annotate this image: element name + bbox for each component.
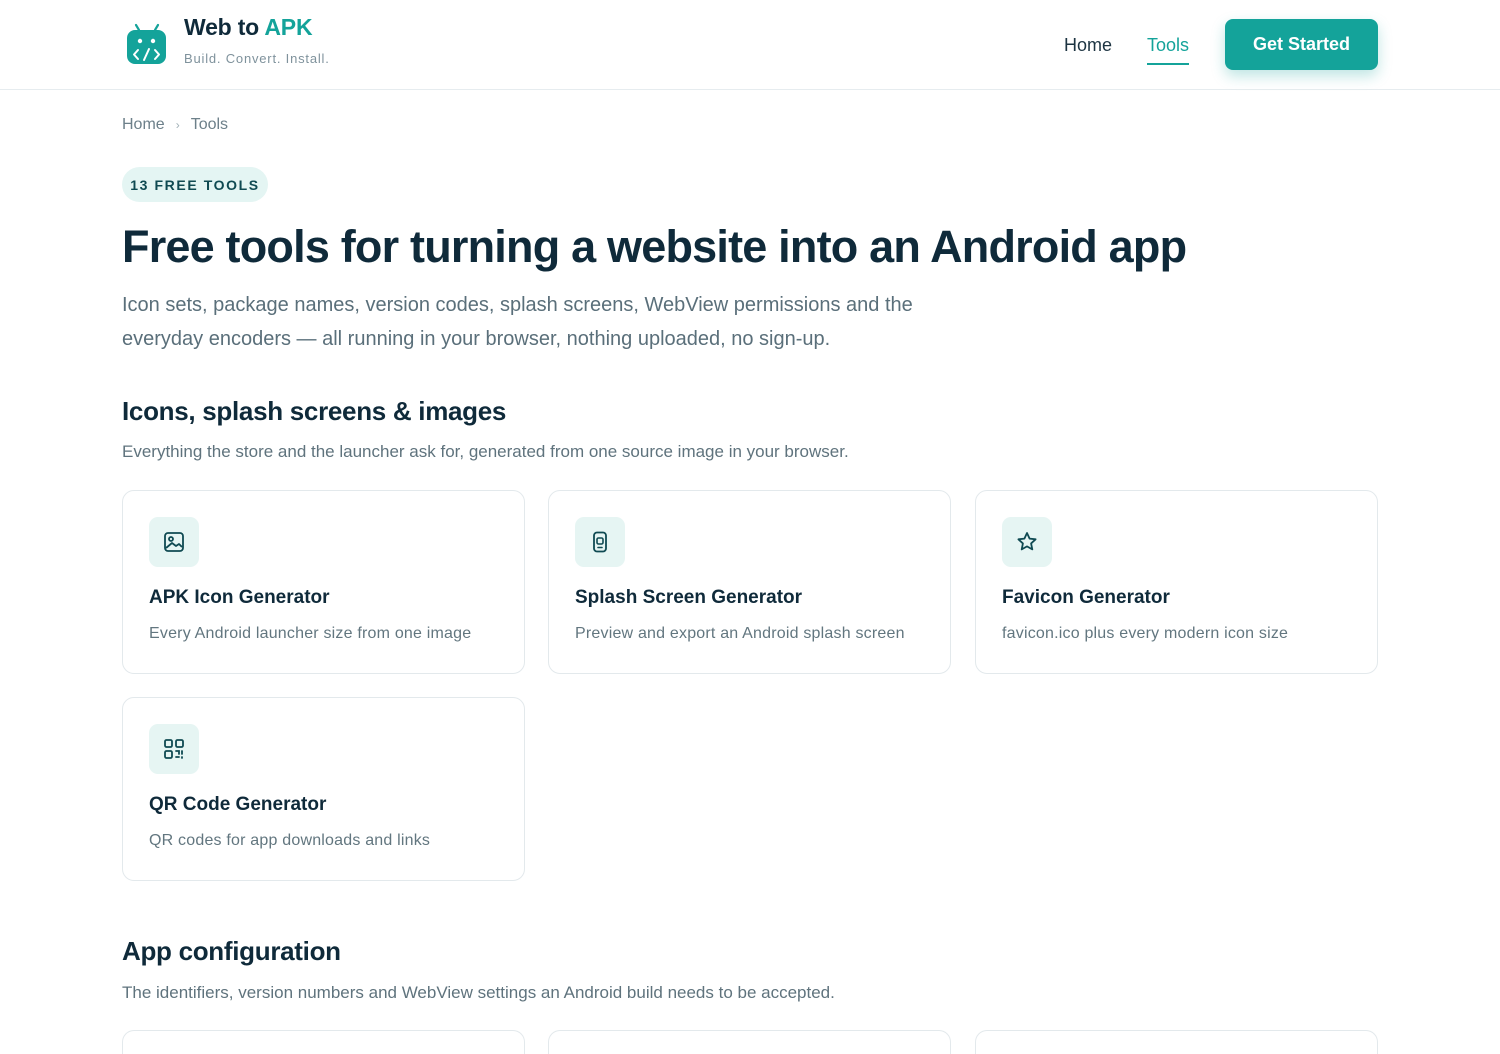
tool-description: Preview and export an Android splash scr… [575, 625, 905, 642]
section-desc-icons: Everything the store and the launcher as… [122, 442, 849, 461]
image-icon [164, 532, 184, 552]
tool-title: QR Code Generator [149, 794, 327, 815]
brand-accent-text: APK [264, 14, 313, 40]
section-title-icons: Icons, splash screens & images [122, 396, 507, 426]
tool-title: APK Icon Generator [149, 587, 330, 608]
page-title: Free tools for turning a website into an… [122, 221, 1187, 272]
tool-count-badge: 13 FREE TOOLS [122, 167, 268, 202]
tool-card-qr-code[interactable]: QR Code Generator QR codes for app downl… [122, 697, 525, 881]
tool-card-partial[interactable] [122, 1030, 525, 1054]
site-header: Web to APK Build. Convert. Install. Home… [0, 0, 1500, 90]
tool-description: favicon.ico plus every modern icon size [1002, 625, 1289, 642]
brand-name-text: Web to [184, 14, 260, 40]
breadcrumb-current: Tools [190, 116, 229, 133]
section-title-app-config: App configuration [122, 936, 341, 966]
tool-card-partial[interactable] [975, 1030, 1378, 1054]
android-code-icon[interactable] [122, 16, 172, 72]
tool-icon-box [149, 724, 199, 774]
tool-title: Splash Screen Generator [575, 587, 803, 608]
get-started-button[interactable]: Get Started [1225, 19, 1378, 70]
tool-description: Every Android launcher size from one ima… [149, 625, 472, 642]
tool-icon-box [1002, 517, 1052, 567]
phone-icon [593, 531, 607, 553]
breadcrumb: Home › Tools [122, 116, 228, 134]
tool-icon-box [149, 517, 199, 567]
section-desc-app-config: The identifiers, version numbers and Web… [122, 983, 835, 1002]
tool-icon-box [575, 517, 625, 567]
tool-card-favicon[interactable]: Favicon Generator favicon.ico plus every… [975, 490, 1378, 674]
tool-card-splash-screen[interactable]: Splash Screen Generator Preview and expo… [548, 490, 951, 674]
nav-tools-link[interactable]: Tools [1147, 35, 1190, 65]
brand-tagline: Build. Convert. Install. [184, 51, 330, 66]
nav-home-link[interactable]: Home [1064, 35, 1112, 56]
breadcrumb-home[interactable]: Home [122, 116, 165, 134]
brand-name[interactable]: Web to APK [184, 14, 313, 41]
tool-title: Favicon Generator [1002, 587, 1170, 608]
breadcrumb-separator: › [175, 118, 180, 132]
tool-card-partial[interactable] [548, 1030, 951, 1054]
tool-description: QR codes for app downloads and links [149, 832, 431, 849]
tool-card-apk-icon[interactable]: APK Icon Generator Every Android launche… [122, 490, 525, 674]
page-subtitle: Icon sets, package names, version codes,… [122, 294, 913, 350]
qr-code-icon [164, 739, 184, 759]
star-icon [1017, 532, 1037, 551]
